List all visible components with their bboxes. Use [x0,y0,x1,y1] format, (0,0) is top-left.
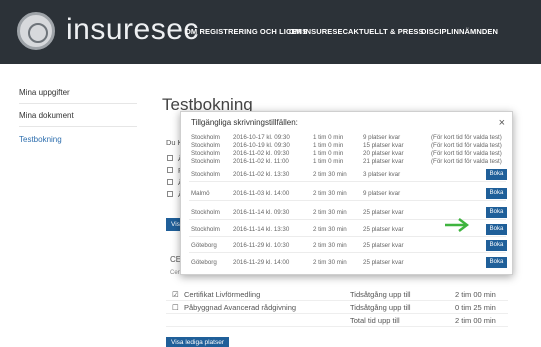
session-seats: 25 platser kvar [363,209,404,216]
session-seats: 25 platser kvar [363,242,404,249]
logo-icon[interactable] [17,12,55,50]
session-seats: 15 platser kvar [363,142,404,149]
session-seats: 9 platser kvar [363,190,401,197]
green-arrow-icon [445,218,469,232]
row-divider [189,236,506,237]
visa-lediga-platser-button[interactable]: Visa lediga platser [166,337,229,347]
test-checkbox[interactable] [167,191,173,197]
session-datetime: 2016-11-03 kl. 14:00 [233,190,290,197]
sidebar-item-testbokning[interactable]: Testbokning [19,135,137,150]
sidebar-item-mina-dokument[interactable]: Mina dokument [19,111,137,127]
session-note: (För kort tid för valda test) [431,158,502,165]
session-city: Göteborg [191,259,217,266]
summary-value: 0 tim 25 min [455,303,496,312]
session-duration: 2 tim 30 min [313,209,347,216]
session-city: Stockholm [191,171,220,178]
summary-test-name: Certifikat Livförmedling [184,290,261,299]
session-row: Malmö 2016-11-03 kl. 14:00 2 tim 30 min … [181,188,514,201]
session-duration: 2 tim 30 min [313,190,347,197]
summary-label: Tidsåtgång upp till [350,303,411,312]
row-divider [189,252,506,253]
session-datetime: 2016-11-29 kl. 10:30 [233,242,290,249]
session-seats: 25 platser kvar [363,259,404,266]
booking-modal: Tillgängliga skrivningstillfällen: × Sto… [180,111,513,275]
boka-button[interactable]: Boka [486,169,507,180]
session-duration: 2 tim 30 min [313,171,347,178]
sidebar-item-mina-uppgifter[interactable]: Mina uppgifter [19,88,137,104]
session-row: Göteborg 2016-11-29 kl. 10:30 2 tim 30 m… [181,240,514,253]
session-datetime: 2016-11-02 kl. 13:30 [233,171,290,178]
session-seats: 3 platser kvar [363,171,401,178]
session-city: Stockholm [191,134,220,141]
checked-icon[interactable]: ☑ [172,290,179,299]
session-duration: 2 tim 30 min [313,226,347,233]
summary-total-row: Total tid upp till 2 tim 00 min [166,314,508,327]
boka-button[interactable]: Boka [486,207,507,218]
session-datetime: 2016-11-14 kl. 13:30 [233,226,290,233]
session-row: Stockholm 2016-11-02 kl. 13:30 2 tim 30 … [181,169,514,182]
session-city: Göteborg [191,242,217,249]
row-divider [189,181,506,182]
site-header: insuresec OM REGISTRERING OCH LICENS OM … [0,0,541,64]
session-city: Stockholm [191,209,220,216]
session-seats: 9 platser kvar [363,134,401,141]
session-duration: 1 tim 0 min [313,134,344,141]
session-note: (För kort tid för valda test) [431,134,502,141]
summary-total-value: 2 tim 00 min [455,316,496,325]
unchecked-icon[interactable]: ☐ [172,303,179,312]
row-divider [189,200,506,201]
summary-row: ☑ Certifikat Livförmedling Tidsåtgång up… [166,288,508,301]
session-duration: 2 tim 30 min [313,242,347,249]
session-city: Stockholm [191,158,220,165]
session-note: (För kort tid för valda test) [431,150,502,157]
summary-label: Tidsåtgång upp till [350,290,411,299]
session-duration: 1 tim 0 min [313,150,344,157]
modal-title: Tillgängliga skrivningstillfällen: [191,118,298,127]
summary-row: ☐ Påbyggnad Avancerad rådgivning Tidsåtg… [166,301,508,314]
session-note: (För kort tid för valda test) [431,142,502,149]
session-duration: 1 tim 0 min [313,158,344,165]
summary-total-label: Total tid upp till [350,316,400,325]
session-seats: 21 platser kvar [363,158,404,165]
brand-name[interactable]: insuresec [66,13,199,47]
summary-value: 2 tim 00 min [455,290,496,299]
boka-button[interactable]: Boka [486,240,507,251]
session-seats: 20 platser kvar [363,150,404,157]
session-datetime: 2016-11-14 kl. 09:30 [233,209,290,216]
nav-om-insuresec[interactable]: OM INSURESEC [289,27,348,36]
session-city: Stockholm [191,150,220,157]
nav-disciplinnamnden[interactable]: DISCIPLINNÄMNDEN [421,27,498,36]
session-duration: 1 tim 0 min [313,142,344,149]
session-city: Stockholm [191,142,220,149]
session-city: Stockholm [191,226,220,233]
test-checkbox[interactable] [167,167,173,173]
boka-button[interactable]: Boka [486,188,507,199]
session-seats: 25 platser kvar [363,226,404,233]
session-city: Malmö [191,190,210,197]
session-datetime: 2016-10-17 kl. 09:30 [233,134,290,141]
summary-test-name: Påbyggnad Avancerad rådgivning [184,303,297,312]
boka-button[interactable]: Boka [486,224,507,235]
session-duration: 2 tim 30 min [313,259,347,266]
session-datetime: 2016-11-02 kl. 09:30 [233,150,290,157]
session-datetime: 2016-10-19 kl. 09:30 [233,142,290,149]
close-icon[interactable]: × [499,118,505,129]
nav-aktuellt[interactable]: AKTUELLT & PRESS [348,27,424,36]
boka-button[interactable]: Boka [486,257,507,268]
session-row: Göteborg 2016-11-29 kl. 14:00 2 tim 30 m… [181,257,514,269]
test-checkbox[interactable] [167,155,173,161]
test-checkbox[interactable] [167,179,173,185]
session-datetime: 2016-11-02 kl. 11:00 [233,158,289,165]
session-datetime: 2016-11-29 kl. 14:00 [233,259,290,266]
